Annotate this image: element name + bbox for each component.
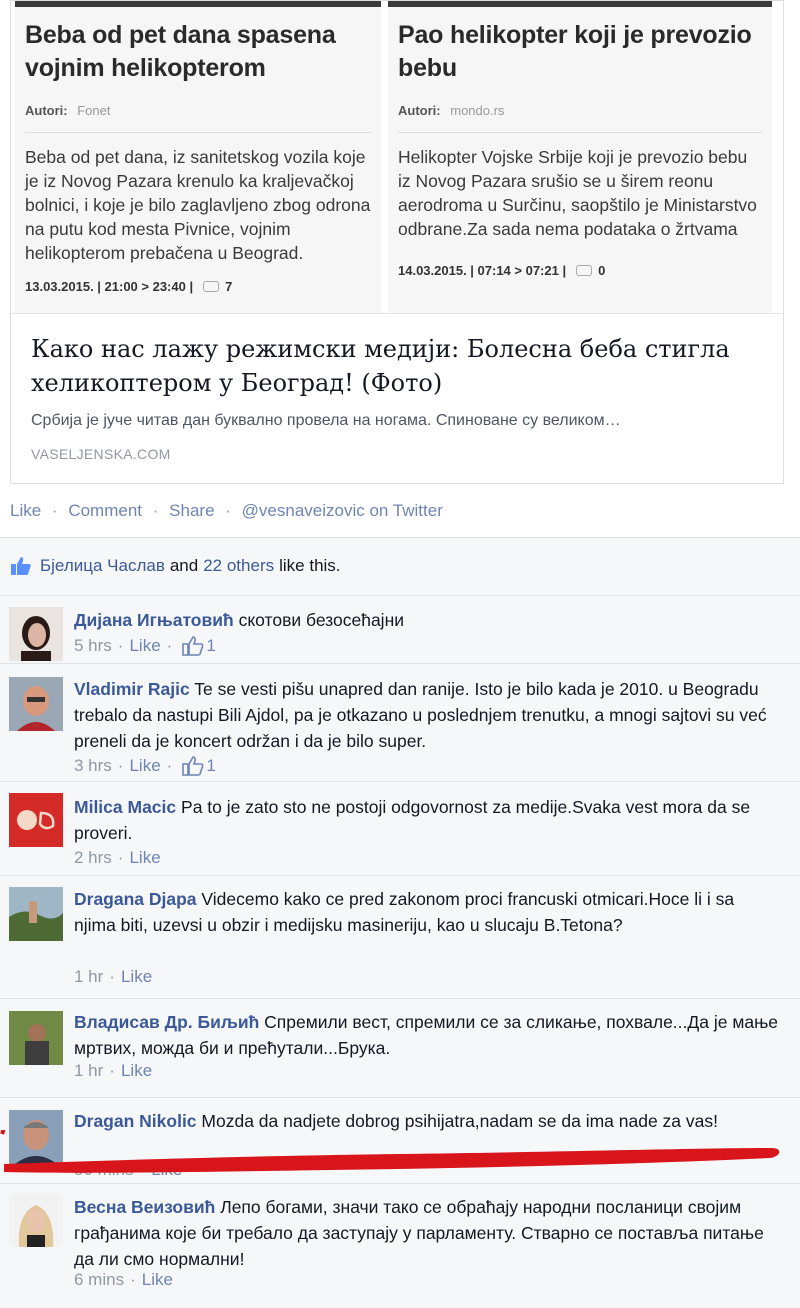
thumbs-up-icon bbox=[182, 756, 204, 776]
comment-like-count[interactable]: 1 bbox=[206, 756, 215, 776]
comment-time[interactable]: 6 mins bbox=[74, 1270, 124, 1290]
preview-domain: VASELJENSKA.COM bbox=[31, 446, 171, 462]
preview-description: Србија је јуче читав дан буквално провел… bbox=[31, 412, 621, 429]
comment-author[interactable]: Dragana Djapa bbox=[74, 889, 197, 909]
comment-text: скотови безосећајни bbox=[238, 610, 405, 630]
comment-like-link[interactable]: Like bbox=[129, 848, 160, 868]
preview-text[interactable]: Како нас лажу режимски медији: Болесна б… bbox=[11, 313, 783, 483]
article-left-body: Beba od pet dana, iz sanitetskog vozila … bbox=[25, 147, 371, 263]
article-right-autori-label: Autori: bbox=[398, 103, 441, 118]
avatar[interactable] bbox=[9, 1193, 63, 1247]
likers-others-link[interactable]: 22 others bbox=[203, 556, 274, 576]
avatar[interactable] bbox=[9, 607, 63, 661]
article-right-body: Helikopter Vojske Srbije koji je prevozi… bbox=[398, 147, 757, 239]
comments-section: Бјелица Часлав and 22 others like this. … bbox=[0, 537, 800, 1308]
comment-author[interactable]: Дијана Игњатовић bbox=[74, 610, 234, 630]
shared-link-preview[interactable]: Beba od pet dana spasena vojnim helikopt… bbox=[10, 0, 784, 484]
preview-image[interactable]: Beba od pet dana spasena vojnim helikopt… bbox=[11, 1, 783, 313]
article-right-title: Pao helikopter koji je prevozio bebu bbox=[398, 21, 752, 82]
comment-like-link[interactable]: Like bbox=[129, 636, 160, 656]
share-link[interactable]: Share bbox=[169, 501, 214, 520]
article-left-comment-count: 7 bbox=[225, 279, 233, 294]
comment-time[interactable]: 50 mins bbox=[74, 1160, 134, 1180]
comment: Dragan Nikolic Mozda da nadjete dobrog p… bbox=[0, 1097, 800, 1183]
comment-author[interactable]: Milica Macic bbox=[74, 797, 176, 817]
comment-author[interactable]: Vladimir Rajic bbox=[74, 679, 190, 699]
article-right-source: mondo.rs bbox=[450, 103, 505, 118]
comment-like-link[interactable]: Like bbox=[142, 1270, 173, 1290]
comment: Vladimir Rajic Te se vesti pišu unapred … bbox=[0, 663, 800, 781]
avatar[interactable] bbox=[9, 1110, 63, 1164]
like-link[interactable]: Like bbox=[10, 501, 41, 520]
article-right-meta: 14.03.2015. | 07:14 > 07:21 | bbox=[398, 263, 567, 278]
likes-summary: Бјелица Часлав and 22 others like this. bbox=[10, 556, 341, 576]
comment-author[interactable]: Владисав Др. Биљић bbox=[74, 1012, 259, 1032]
preview-title[interactable]: Како нас лажу режимски медији: Болесна б… bbox=[31, 332, 765, 400]
comment-time[interactable]: 5 hrs bbox=[74, 636, 112, 656]
comment-like-link[interactable]: Like bbox=[129, 756, 160, 776]
comment-like-link[interactable]: Like bbox=[121, 967, 152, 987]
thumbs-up-icon bbox=[11, 557, 31, 575]
avatar[interactable] bbox=[9, 677, 63, 731]
article-left-autori-label: Autori: bbox=[25, 103, 68, 118]
comment-bubble-icon bbox=[576, 265, 593, 276]
comment-text: Pa to je zato sto ne postoji odgovornost… bbox=[74, 797, 751, 843]
comment-time[interactable]: 1 hr bbox=[74, 967, 103, 987]
article-left-meta: 13.03.2015. | 21:00 > 23:40 | bbox=[25, 279, 194, 294]
article-left-source: Fonet bbox=[77, 103, 111, 118]
comment: Весна Веизовић Лепо богами, значи тако с… bbox=[0, 1183, 800, 1308]
avatar[interactable] bbox=[9, 887, 63, 941]
article-right-comment-count: 0 bbox=[598, 263, 606, 278]
comment-author[interactable]: Весна Веизовић bbox=[74, 1197, 215, 1217]
comment-time[interactable]: 2 hrs bbox=[74, 848, 112, 868]
comment: Milica Macic Pa to je zato sto ne postoj… bbox=[0, 781, 800, 875]
comment-time[interactable]: 1 hr bbox=[74, 1061, 103, 1081]
comment: Владисав Др. Биљић Спремили вест, спреми… bbox=[0, 998, 800, 1097]
comment-like-link[interactable]: Like bbox=[121, 1061, 152, 1081]
comment-like-count[interactable]: 1 bbox=[206, 636, 215, 656]
article-right: Pao helikopter koji je prevozio bebu Aut… bbox=[388, 1, 772, 313]
comment-time[interactable]: 3 hrs bbox=[74, 756, 112, 776]
article-left-title: Beba od pet dana spasena vojnim helikopt… bbox=[25, 21, 336, 82]
comment-like-link[interactable]: Like bbox=[151, 1160, 182, 1180]
comment-bubble-icon bbox=[203, 281, 220, 292]
comment-text: Mozda da nadjete dobrog psihijatra,nadam… bbox=[201, 1111, 718, 1131]
thumbs-up-icon bbox=[182, 636, 204, 656]
comment: Dragana Djapa Videcemo kako ce pred zako… bbox=[0, 875, 800, 998]
avatar[interactable] bbox=[9, 1011, 63, 1065]
post-actions: Like · Comment · Share · @vesnaveizovic … bbox=[10, 501, 443, 520]
avatar[interactable] bbox=[9, 793, 63, 847]
comment-author[interactable]: Dragan Nikolic bbox=[74, 1111, 197, 1131]
comment-link[interactable]: Comment bbox=[68, 501, 142, 520]
article-left: Beba od pet dana spasena vojnim helikopt… bbox=[15, 1, 381, 313]
liker-name[interactable]: Бјелица Часлав bbox=[40, 556, 165, 576]
twitter-link[interactable]: @vesnaveizovic on Twitter bbox=[242, 501, 443, 520]
